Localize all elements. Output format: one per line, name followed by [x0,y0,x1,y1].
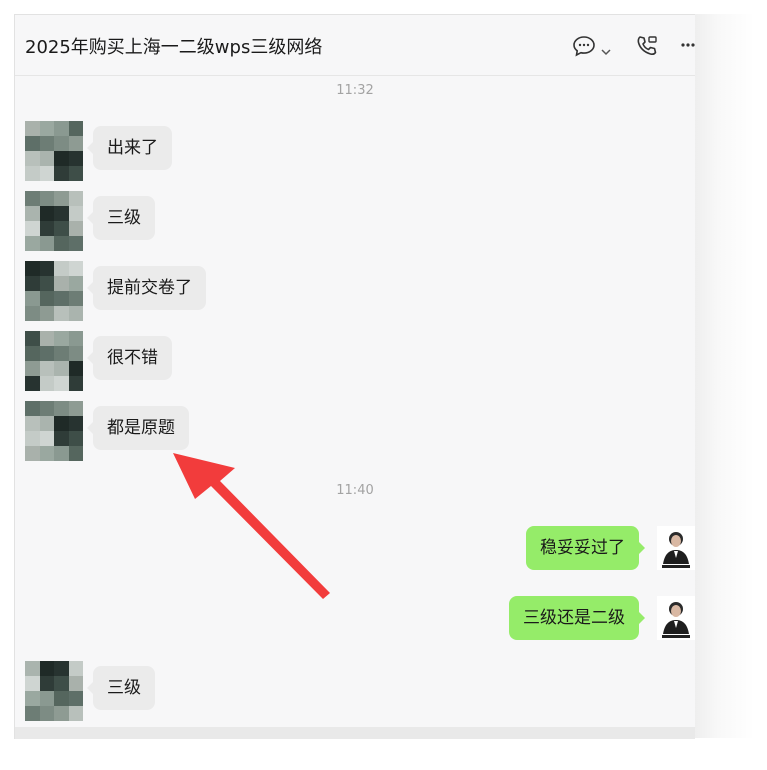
window-shadow [694,14,754,738]
red-arrow-annotation [173,453,330,599]
chat-window: 2025年购买上海一二级wps三级网络 11:32 出来了 三级 提前交卷了 很… [14,14,695,739]
